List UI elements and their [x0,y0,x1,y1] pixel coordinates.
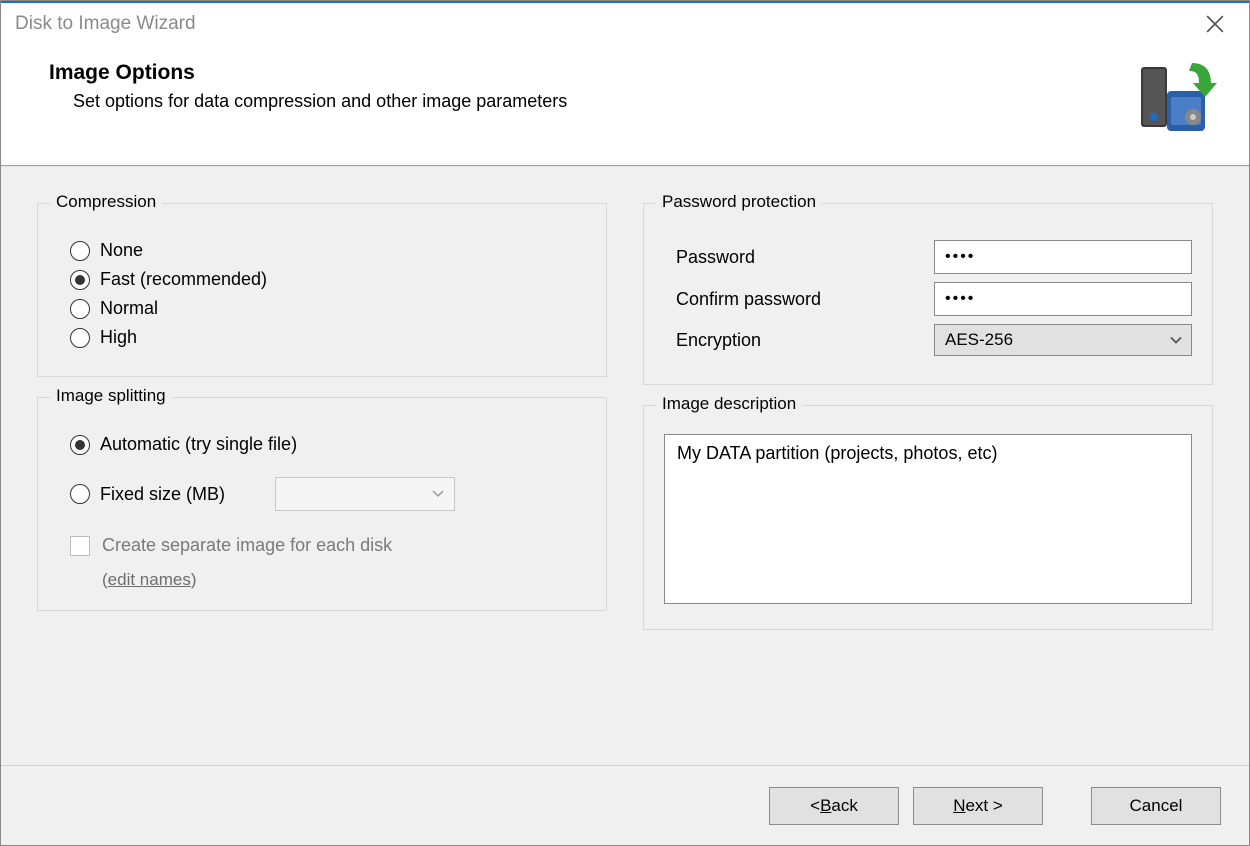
password-group: Password protection Password Confirm pas… [643,203,1213,385]
title-bar: Disk to Image Wizard [1,1,1249,45]
radio-label: None [100,240,143,261]
radio-label: High [100,327,137,348]
options-body: Compression None Fast (recommended) Norm… [1,167,1249,765]
edit-names-link[interactable]: (edit names) [102,570,197,590]
chevron-down-icon [432,490,444,498]
right-column: Password protection Password Confirm pas… [643,203,1213,745]
password-input[interactable] [934,240,1192,274]
compression-fast[interactable]: Fast (recommended) [70,269,586,290]
close-button[interactable] [1195,4,1235,44]
radio-icon [70,241,90,261]
description-textarea[interactable] [664,434,1192,604]
radio-icon [70,435,90,455]
left-column: Compression None Fast (recommended) Norm… [37,203,607,745]
back-text: ack [831,796,857,816]
radio-icon [70,299,90,319]
splitting-legend: Image splitting [50,386,172,406]
compression-none[interactable]: None [70,240,586,261]
wizard-window: Disk to Image Wizard Image Options Set o… [0,0,1250,846]
encryption-value: AES-256 [945,330,1013,350]
password-legend: Password protection [656,192,822,212]
compression-legend: Compression [50,192,162,212]
next-mnemonic: N [953,796,965,816]
radio-label: Automatic (try single file) [100,434,297,455]
cancel-button[interactable]: Cancel [1091,787,1221,825]
disk-image-icon [1137,61,1217,141]
description-group: Image description [643,405,1213,630]
radio-label: Normal [100,298,158,319]
description-legend: Image description [656,394,802,414]
radio-icon [70,484,90,504]
encryption-label: Encryption [664,330,934,351]
edit-names-text: edit names [108,570,191,589]
compression-high[interactable]: High [70,327,586,348]
compression-normal[interactable]: Normal [70,298,586,319]
window-title: Disk to Image Wizard [15,13,196,35]
encryption-combo[interactable]: AES-256 [934,324,1192,356]
back-mnemonic: B [820,796,831,816]
chevron-down-icon [1169,336,1183,345]
next-button[interactable]: Next > [913,787,1043,825]
cancel-text: Cancel [1130,796,1183,816]
radio-icon [70,270,90,290]
radio-label: Fast (recommended) [100,269,267,290]
separate-image-checkbox[interactable]: Create separate image for each disk [70,535,586,556]
confirm-password-label: Confirm password [664,289,934,310]
fixed-size-combo[interactable] [275,477,455,511]
page-title: Image Options [49,61,1137,85]
wizard-footer: < Back Next > Cancel [1,765,1249,845]
checkbox-label: Create separate image for each disk [102,535,392,556]
close-icon [1206,15,1224,33]
compression-group: Compression None Fast (recommended) Norm… [37,203,607,377]
splitting-group: Image splitting Automatic (try single fi… [37,397,607,611]
radio-icon [70,328,90,348]
confirm-password-input[interactable] [934,282,1192,316]
checkbox-icon [70,536,90,556]
next-text: ext > [965,796,1002,816]
wizard-header: Image Options Set options for data compr… [1,45,1249,165]
splitting-fixed[interactable]: Fixed size (MB) [70,477,586,511]
page-subtitle: Set options for data compression and oth… [73,91,1137,112]
password-label: Password [664,247,934,268]
radio-label: Fixed size (MB) [100,484,225,505]
splitting-automatic[interactable]: Automatic (try single file) [70,434,586,455]
back-button[interactable]: < Back [769,787,899,825]
back-prefix: < [810,796,820,816]
